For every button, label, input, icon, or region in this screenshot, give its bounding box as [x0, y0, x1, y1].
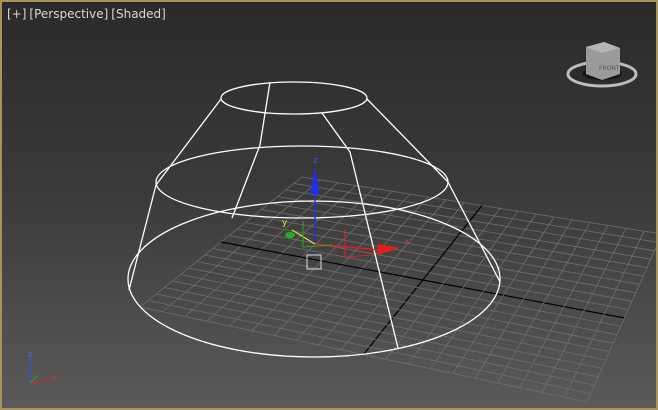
home-grid [139, 176, 656, 403]
top-ring [220, 81, 368, 115]
grid-line [148, 300, 591, 394]
grid-line [301, 176, 656, 234]
viewport-shading-menu[interactable]: [Shaded] [111, 7, 166, 21]
grid-line [156, 293, 595, 386]
viewport-plus-menu[interactable]: [+] [7, 7, 26, 21]
viewcube-front-face[interactable]: FRONT [599, 65, 620, 72]
viewport-label-menu[interactable]: [+] [Perspective] [Shaded] [7, 7, 169, 21]
gizmo-x-label: x [404, 237, 410, 247]
grid-line [541, 228, 627, 393]
z-arrow-icon[interactable] [310, 167, 320, 194]
gizmo-y-label: y [282, 218, 288, 228]
viewcube[interactable]: FRONT [566, 42, 638, 88]
cone-wireframe[interactable] [127, 81, 501, 358]
y-arrow-icon[interactable] [285, 232, 295, 238]
grid-line [564, 230, 645, 398]
middle-ring [155, 145, 449, 219]
triad-x-label: x [52, 373, 57, 382]
viewport-canvas[interactable]: z x y FRONT z x [2, 2, 658, 410]
edge-left [128, 98, 222, 291]
viewport-pov-menu[interactable]: [Perspective] [29, 7, 108, 21]
transform-gizmo[interactable]: z x y [282, 156, 410, 270]
axis-triad: z x [28, 350, 57, 384]
perspective-viewport[interactable]: z x y FRONT z x [+] [Perspective] [Shaded] [0, 0, 658, 410]
triad-z-label: z [28, 350, 32, 359]
gizmo-z-label: z [313, 156, 318, 166]
